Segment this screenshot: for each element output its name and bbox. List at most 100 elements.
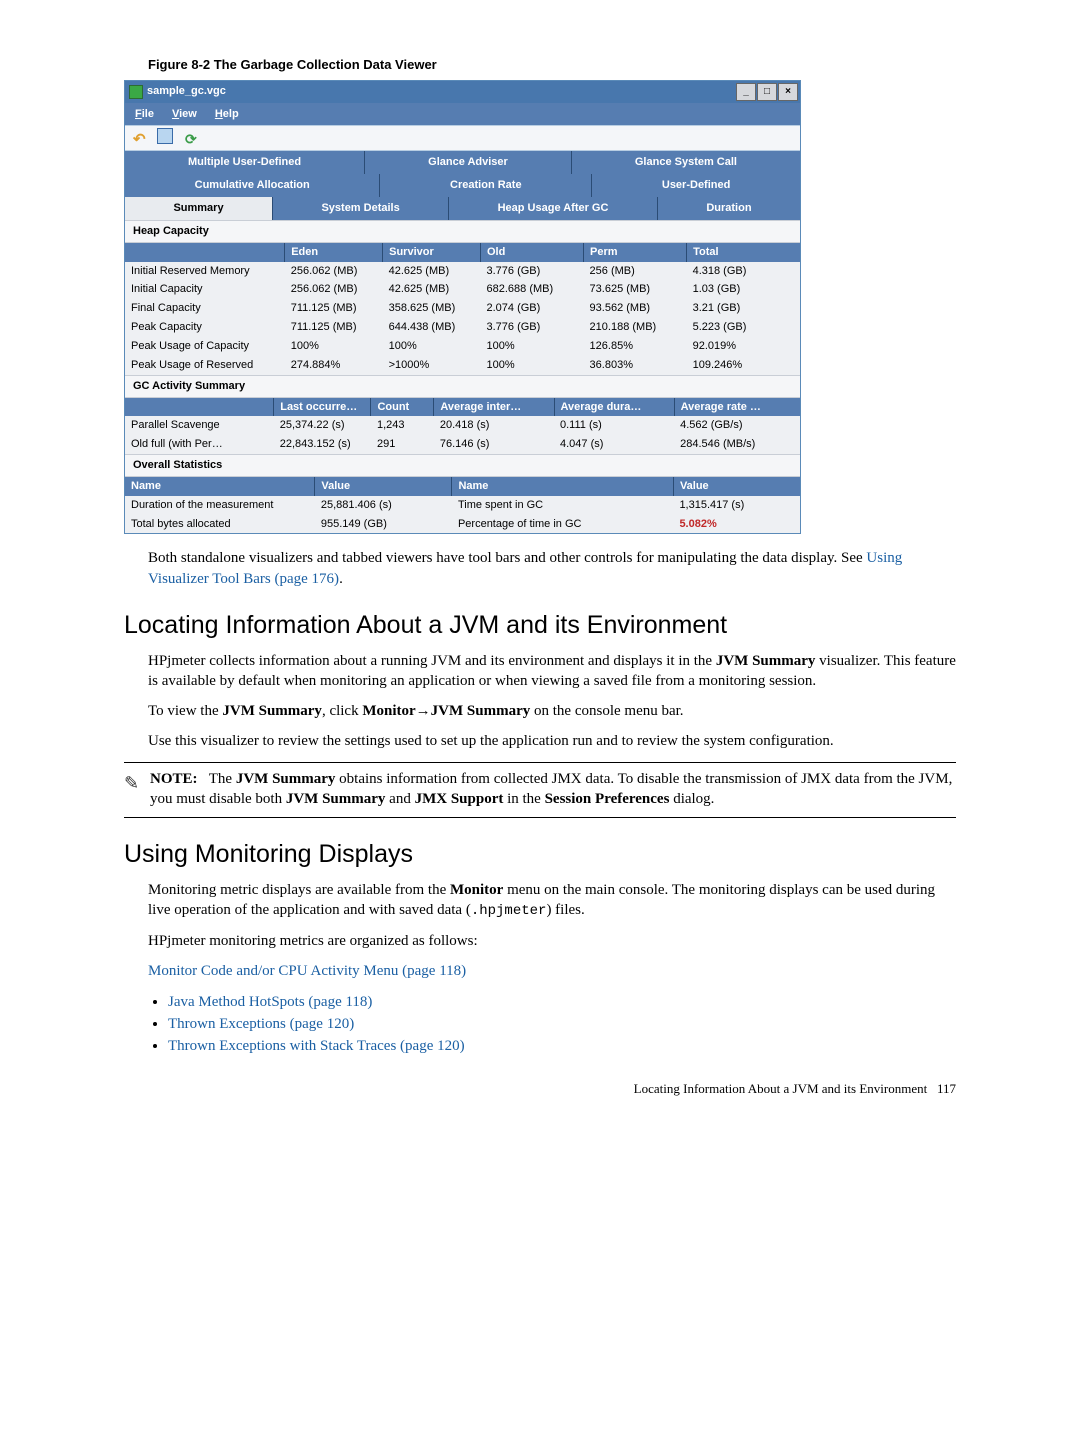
note-icon: ✎ bbox=[124, 769, 150, 810]
table-cell: 210.188 (MB) bbox=[584, 318, 687, 337]
table-cell: 256.062 (MB) bbox=[285, 280, 383, 299]
tab-heap-usage-after-gc[interactable]: Heap Usage After GC bbox=[449, 197, 658, 220]
table-cell: 358.625 (MB) bbox=[383, 299, 481, 318]
table-cell: 100% bbox=[383, 337, 481, 356]
table-cell: 3.776 (GB) bbox=[481, 318, 584, 337]
heap-header-old: Old bbox=[481, 243, 584, 262]
tab-glance-adviser[interactable]: Glance Adviser bbox=[365, 151, 572, 174]
stats-header-row: Name Value Name Value bbox=[125, 477, 800, 496]
stat-value: 955.149 (GB) bbox=[315, 515, 452, 534]
tab-duration[interactable]: Duration bbox=[658, 197, 800, 220]
paragraph: Monitoring metric displays are available… bbox=[148, 880, 956, 921]
list-item: Java Method HotSpots (page 118) bbox=[168, 992, 956, 1012]
heap-header-perm: Perm bbox=[584, 243, 687, 262]
table-row: Parallel Scavenge25,374.22 (s)1,24320.41… bbox=[125, 416, 800, 435]
list-item: Thrown Exceptions with Stack Traces (pag… bbox=[168, 1036, 956, 1056]
link-thrown-exceptions[interactable]: Thrown Exceptions (page 120) bbox=[168, 1016, 354, 1032]
table-cell: 76.146 (s) bbox=[434, 435, 554, 454]
table-cell: 100% bbox=[481, 356, 584, 375]
menu-help[interactable]: Help bbox=[215, 107, 239, 122]
table-cell: 42.625 (MB) bbox=[383, 262, 481, 281]
table-cell: 126.85% bbox=[584, 337, 687, 356]
tab-summary[interactable]: Summary bbox=[125, 197, 273, 220]
note-block: ✎ NOTE: The JVM Summary obtains informat… bbox=[124, 762, 956, 819]
maximize-button[interactable]: □ bbox=[757, 83, 777, 101]
tab-multiple-user-defined[interactable]: Multiple User-Defined bbox=[125, 151, 365, 174]
table-cell: 3.776 (GB) bbox=[481, 262, 584, 281]
table-row: Total bytes allocated 955.149 (GB) Perce… bbox=[125, 515, 800, 534]
overall-stats-header: Overall Statistics bbox=[125, 454, 800, 477]
stat-name: Time spent in GC bbox=[452, 496, 673, 515]
table-row: Peak Capacity711.125 (MB)644.438 (MB)3.7… bbox=[125, 318, 800, 337]
menu-view[interactable]: View bbox=[172, 107, 197, 122]
table-cell: 3.21 (GB) bbox=[687, 299, 800, 318]
gc-header-last: Last occurre… bbox=[274, 398, 371, 417]
stat-name: Duration of the measurement bbox=[125, 496, 315, 515]
copy-icon[interactable] bbox=[159, 130, 177, 146]
page-footer: Locating Information About a JVM and its… bbox=[124, 1080, 956, 1098]
gc-header-blank bbox=[125, 398, 274, 417]
note-label: NOTE: bbox=[150, 771, 198, 787]
stats-header-value-2: Value bbox=[673, 477, 800, 496]
stat-name: Total bytes allocated bbox=[125, 515, 315, 534]
table-cell: 711.125 (MB) bbox=[285, 299, 383, 318]
gc-header-avg-inter: Average inter… bbox=[434, 398, 554, 417]
table-row: Final Capacity711.125 (MB)358.625 (MB)2.… bbox=[125, 299, 800, 318]
figure-title: Figure 8-2 The Garbage Collection Data V… bbox=[148, 56, 956, 74]
paragraph: Monitor Code and/or CPU Activity Menu (p… bbox=[148, 961, 956, 981]
table-row: Peak Usage of Reserved274.884%>1000%100%… bbox=[125, 356, 800, 375]
table-cell: Old full (with Per… bbox=[125, 435, 274, 454]
gc-header-avg-dura: Average dura… bbox=[554, 398, 674, 417]
table-cell: 0.111 (s) bbox=[554, 416, 674, 435]
tab-glance-system-call[interactable]: Glance System Call bbox=[572, 151, 800, 174]
table-cell: 92.019% bbox=[687, 337, 800, 356]
table-cell: 4.318 (GB) bbox=[687, 262, 800, 281]
stat-value: 25,881.406 (s) bbox=[315, 496, 452, 515]
table-cell: Peak Capacity bbox=[125, 318, 285, 337]
table-cell: 1,243 bbox=[371, 416, 434, 435]
heap-capacity-header: Heap Capacity bbox=[125, 220, 800, 243]
paragraph: HPjmeter monitoring metrics are organize… bbox=[148, 931, 956, 951]
table-cell: 73.625 (MB) bbox=[584, 280, 687, 299]
table-cell: 100% bbox=[481, 337, 584, 356]
app-window: sample_gc.vgc _ □ × File View Help ↶ ⟳ M… bbox=[124, 80, 801, 535]
close-button[interactable]: × bbox=[778, 83, 798, 101]
tab-user-defined[interactable]: User-Defined bbox=[592, 174, 800, 197]
gc-header-row: Last occurre… Count Average inter… Avera… bbox=[125, 398, 800, 417]
gc-header-count: Count bbox=[371, 398, 434, 417]
table-cell: 20.418 (s) bbox=[434, 416, 554, 435]
undo-icon[interactable]: ↶ bbox=[133, 130, 151, 146]
link-thrown-exceptions-stack-traces[interactable]: Thrown Exceptions with Stack Traces (pag… bbox=[168, 1038, 465, 1054]
list-item: Thrown Exceptions (page 120) bbox=[168, 1014, 956, 1034]
refresh-icon[interactable]: ⟳ bbox=[185, 130, 203, 146]
gc-activity-table: Last occurre… Count Average inter… Avera… bbox=[125, 398, 800, 455]
menubar: File View Help bbox=[125, 103, 800, 126]
table-cell: Final Capacity bbox=[125, 299, 285, 318]
tab-system-details[interactable]: System Details bbox=[273, 197, 449, 220]
table-cell: 644.438 (MB) bbox=[383, 318, 481, 337]
link-java-method-hotspots[interactable]: Java Method HotSpots (page 118) bbox=[168, 994, 372, 1010]
stats-header-name-2: Name bbox=[452, 477, 673, 496]
table-row: Initial Capacity256.062 (MB)42.625 (MB)6… bbox=[125, 280, 800, 299]
minimize-button[interactable]: _ bbox=[736, 83, 756, 101]
table-cell: 256 (MB) bbox=[584, 262, 687, 281]
table-cell: 4.047 (s) bbox=[554, 435, 674, 454]
table-cell: 5.223 (GB) bbox=[687, 318, 800, 337]
table-cell: 256.062 (MB) bbox=[285, 262, 383, 281]
table-cell: Initial Reserved Memory bbox=[125, 262, 285, 281]
table-row: Initial Reserved Memory256.062 (MB)42.62… bbox=[125, 262, 800, 281]
table-cell: 42.625 (MB) bbox=[383, 280, 481, 299]
heap-header-row: Eden Survivor Old Perm Total bbox=[125, 243, 800, 262]
menu-file[interactable]: File bbox=[135, 107, 154, 122]
tab-creation-rate[interactable]: Creation Rate bbox=[380, 174, 592, 197]
link-monitor-code-cpu-menu[interactable]: Monitor Code and/or CPU Activity Menu (p… bbox=[148, 963, 466, 979]
tab-cumulative-allocation[interactable]: Cumulative Allocation bbox=[125, 174, 380, 197]
table-cell: Peak Usage of Reserved bbox=[125, 356, 285, 375]
table-cell: 4.562 (GB/s) bbox=[674, 416, 800, 435]
tab-row-2: Cumulative Allocation Creation Rate User… bbox=[125, 174, 800, 197]
table-row: Old full (with Per…22,843.152 (s)29176.1… bbox=[125, 435, 800, 454]
heap-header-eden: Eden bbox=[285, 243, 383, 262]
table-cell: Peak Usage of Capacity bbox=[125, 337, 285, 356]
table-cell: 93.562 (MB) bbox=[584, 299, 687, 318]
gc-header-avg-rate: Average rate … bbox=[674, 398, 800, 417]
